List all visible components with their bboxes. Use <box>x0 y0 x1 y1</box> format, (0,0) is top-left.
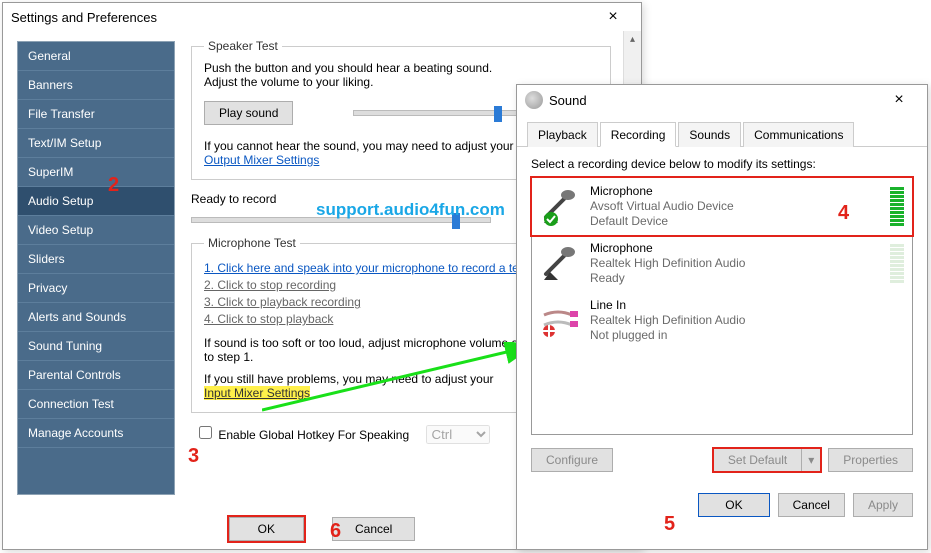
tab-recording[interactable]: Recording <box>600 122 677 147</box>
sidebar-item-general[interactable]: General <box>18 42 174 71</box>
settings-cancel-button[interactable]: Cancel <box>332 517 415 541</box>
hotkey-checkbox-input[interactable] <box>199 426 212 439</box>
configure-button[interactable]: Configure <box>531 448 613 472</box>
sidebar-item-sliders[interactable]: Sliders <box>18 245 174 274</box>
microphone-icon <box>540 244 580 284</box>
mic-problems-text: If you still have problems, you may need… <box>204 372 493 386</box>
hotkey-key-select[interactable]: Ctrl <box>426 425 490 444</box>
sidebar-item-privacy[interactable]: Privacy <box>18 274 174 303</box>
settings-sidebar: General Banners File Transfer Text/IM Se… <box>17 41 175 495</box>
sidebar-item-banners[interactable]: Banners <box>18 71 174 100</box>
slider-thumb-icon[interactable] <box>494 106 502 122</box>
enable-hotkey-checkbox[interactable]: Enable Global Hotkey For Speaking <box>195 428 412 442</box>
chevron-down-icon[interactable]: ▾ <box>801 449 820 471</box>
sound-cancel-button[interactable]: Cancel <box>778 493 845 517</box>
sidebar-item-text-im-setup[interactable]: Text/IM Setup <box>18 129 174 158</box>
sound-tabs: Playback Recording Sounds Communications <box>517 121 927 147</box>
scroll-up-icon[interactable]: ▴ <box>624 31 641 49</box>
line-in-icon <box>540 301 580 341</box>
close-icon[interactable]: × <box>593 9 633 25</box>
device-line-in[interactable]: Line In Realtek High Definition Audio No… <box>532 292 912 349</box>
sidebar-item-manage-accounts[interactable]: Manage Accounts <box>18 419 174 448</box>
output-mixer-settings-link[interactable]: Output Mixer Settings <box>204 153 319 167</box>
settings-ok-button[interactable]: OK <box>229 517 304 541</box>
device-status: Ready <box>590 271 880 286</box>
device-level-meter <box>890 187 904 226</box>
sound-tab-sounds[interactable]: Sounds <box>678 122 741 147</box>
sidebar-item-connection-test[interactable]: Connection Test <box>18 390 174 419</box>
set-default-label: Set Default <box>714 449 801 471</box>
properties-button[interactable]: Properties <box>828 448 913 472</box>
device-level-meter <box>890 244 904 283</box>
sidebar-item-video-setup[interactable]: Video Setup <box>18 216 174 245</box>
speaker-icon <box>525 91 543 109</box>
sidebar-item-sound-tuning[interactable]: Sound Tuning <box>18 332 174 361</box>
device-name: Microphone <box>590 184 880 199</box>
sound-apply-button[interactable]: Apply <box>853 493 913 517</box>
tab-playback[interactable]: Playback <box>527 122 598 147</box>
device-name: Line In <box>590 298 904 313</box>
record-volume-slider[interactable] <box>191 217 491 223</box>
speaker-volume-slider[interactable] <box>353 110 528 116</box>
sound-title-text: Sound <box>549 93 587 108</box>
sidebar-item-alerts-and-sounds[interactable]: Alerts and Sounds <box>18 303 174 332</box>
speaker-test-legend: Speaker Test <box>204 39 282 53</box>
device-microphone-avsoft[interactable]: Microphone Avsoft Virtual Audio Device D… <box>532 178 912 235</box>
speaker-test-text-1: Push the button and you should hear a be… <box>204 61 598 75</box>
sidebar-item-parental-controls[interactable]: Parental Controls <box>18 361 174 390</box>
device-name: Microphone <box>590 241 880 256</box>
sidebar-item-audio-setup[interactable]: Audio Setup <box>18 187 174 216</box>
hotkey-label: Enable Global Hotkey For Speaking <box>218 428 409 442</box>
settings-title: Settings and Preferences <box>11 10 157 25</box>
close-icon[interactable]: × <box>879 92 919 108</box>
microphone-test-legend: Microphone Test <box>204 236 300 250</box>
microphone-icon <box>540 187 580 227</box>
sound-window: Sound × Playback Recording Sounds Commun… <box>516 84 928 550</box>
ready-to-record-label: Ready to record <box>191 192 276 206</box>
sound-titlebar: Sound × <box>517 85 927 115</box>
play-sound-button[interactable]: Play sound <box>204 101 293 125</box>
tab-communications[interactable]: Communications <box>743 122 854 147</box>
device-desc: Realtek High Definition Audio <box>590 256 880 271</box>
sound-ok-button[interactable]: OK <box>698 493 769 517</box>
device-desc: Realtek High Definition Audio <box>590 313 904 328</box>
input-mixer-settings-link[interactable]: Input Mixer Settings <box>204 386 310 400</box>
sidebar-item-file-transfer[interactable]: File Transfer <box>18 100 174 129</box>
device-microphone-realtek[interactable]: Microphone Realtek High Definition Audio… <box>532 235 912 292</box>
device-status: Default Device <box>590 214 880 229</box>
settings-titlebar: Settings and Preferences × <box>3 3 641 31</box>
sound-dialog-buttons: OK Cancel Apply <box>517 483 927 517</box>
recording-device-list: Microphone Avsoft Virtual Audio Device D… <box>531 177 913 435</box>
sidebar-item-superim[interactable]: SuperIM <box>18 158 174 187</box>
device-desc: Avsoft Virtual Audio Device <box>590 199 880 214</box>
set-default-button[interactable]: Set Default ▾ <box>712 447 822 473</box>
slider-thumb-icon[interactable] <box>452 213 460 229</box>
sound-instruction-text: Select a recording device below to modif… <box>531 157 913 171</box>
device-status: Not plugged in <box>590 328 904 343</box>
